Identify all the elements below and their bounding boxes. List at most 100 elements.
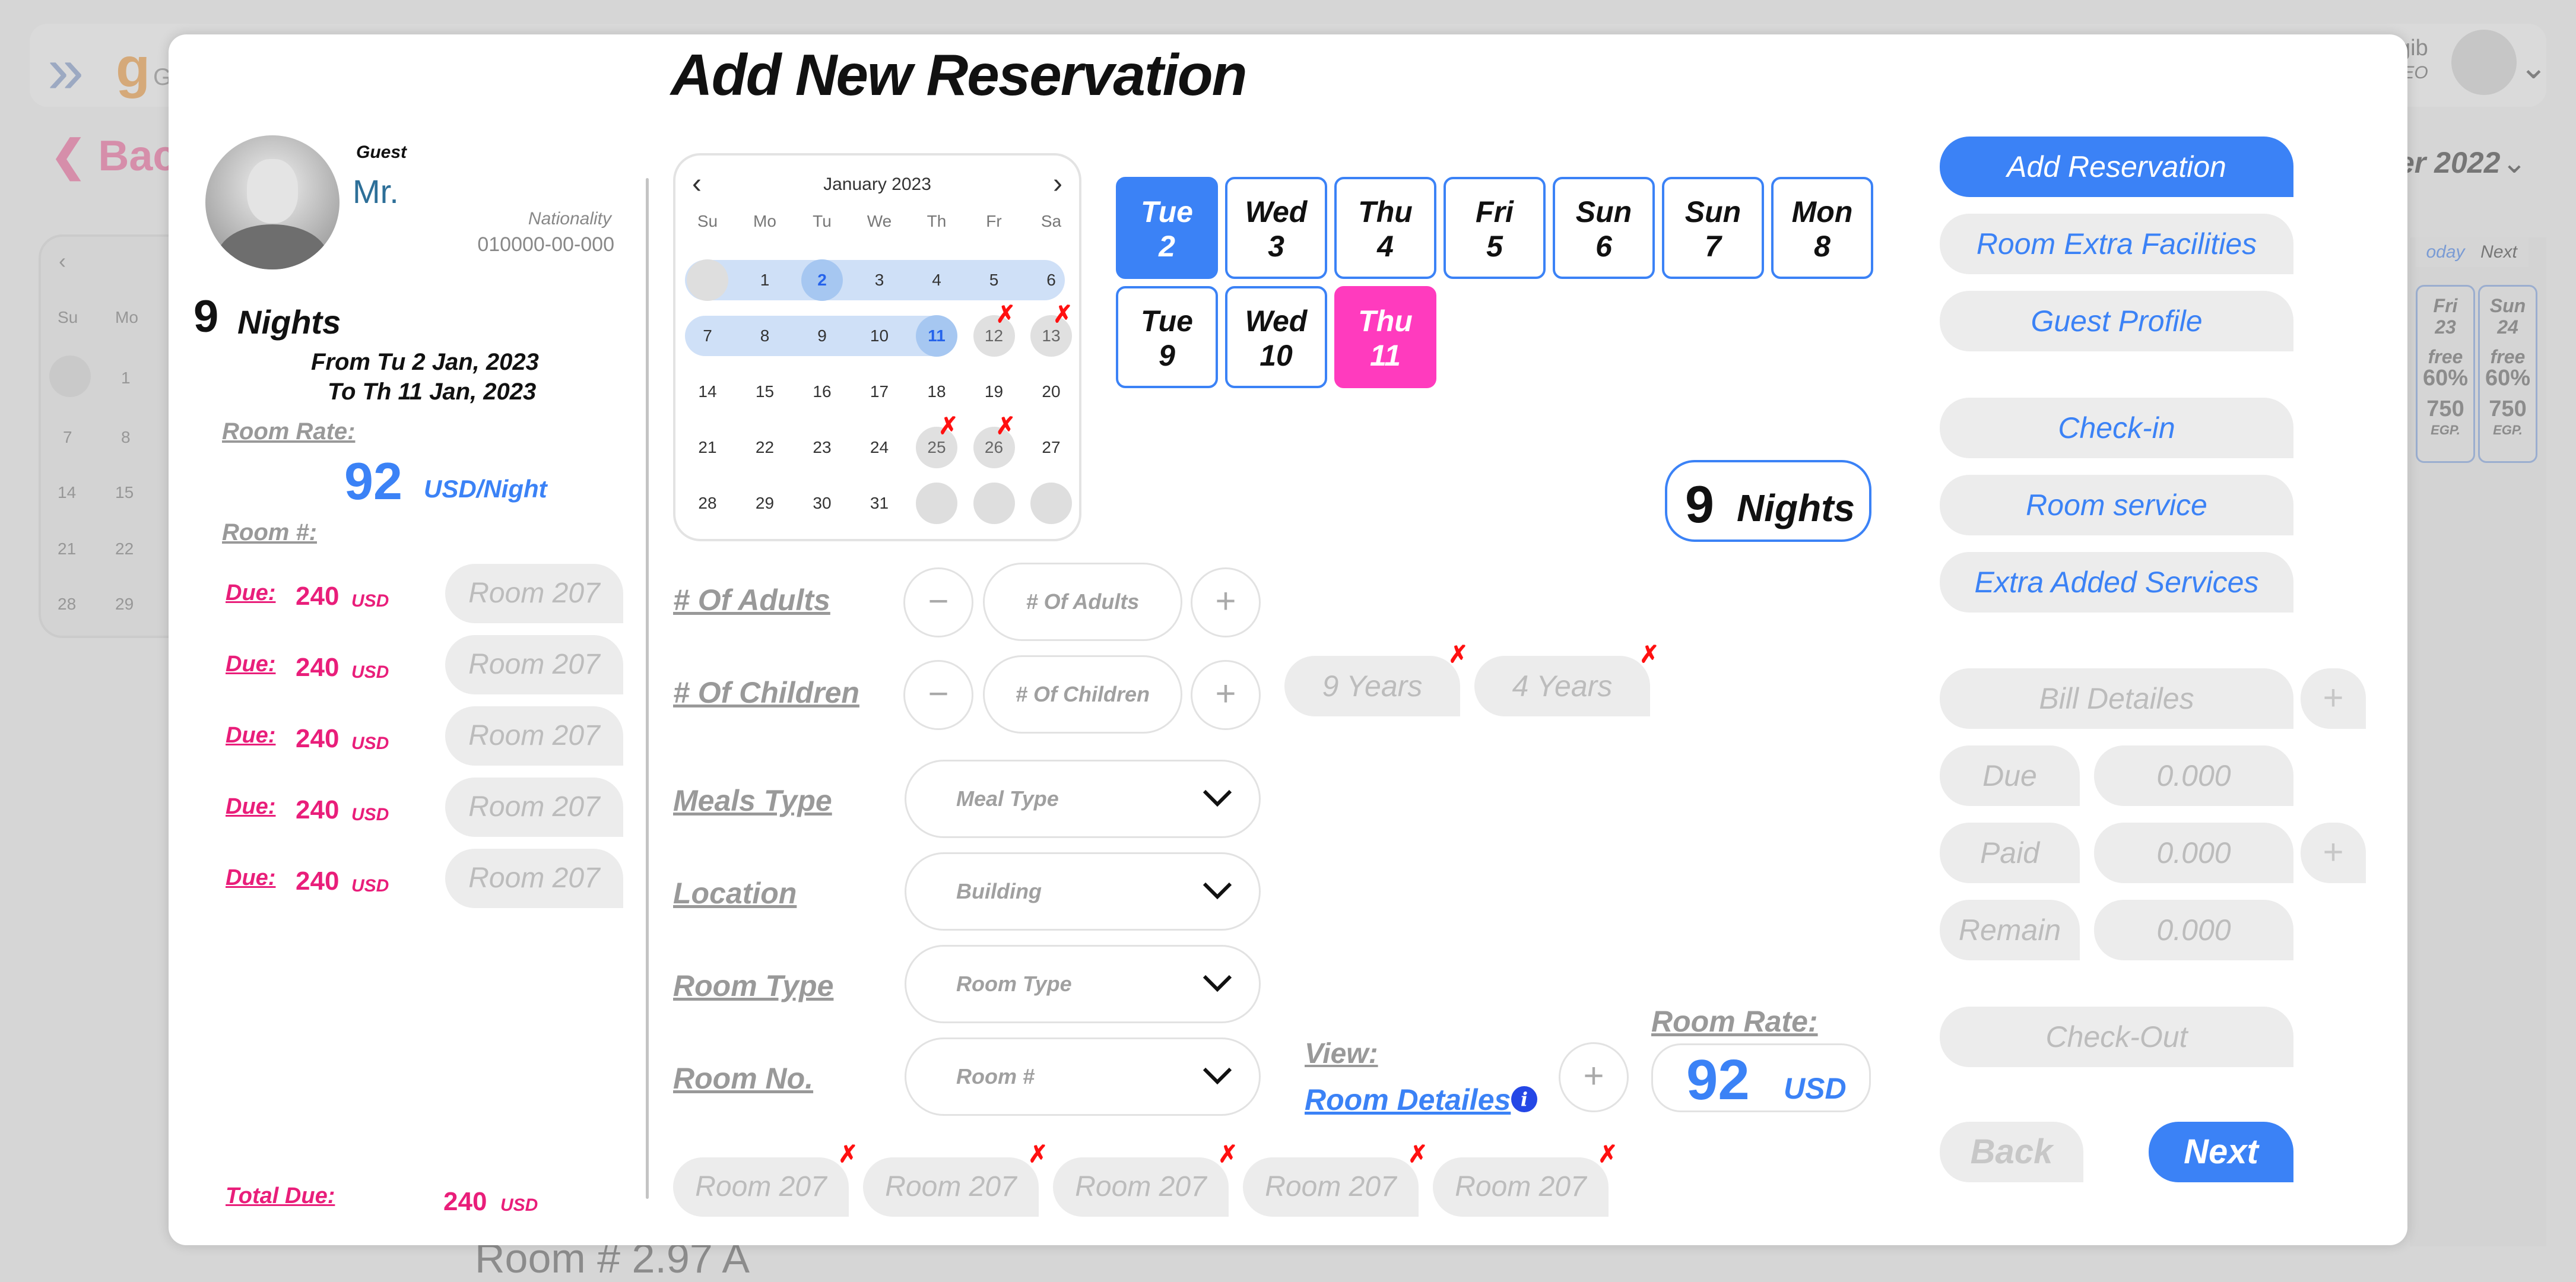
adults-plus-button[interactable]: + [1191, 567, 1261, 637]
next-button[interactable]: Next [2149, 1122, 2293, 1182]
day-chip[interactable]: Wed 3 [1225, 177, 1327, 279]
room-no-select[interactable]: Room # [905, 1037, 1261, 1116]
calendar-day[interactable]: 31 [859, 483, 900, 524]
bill-details-button[interactable]: Bill Detailes [1940, 668, 2293, 729]
extra-added-services-button[interactable]: Extra Added Services [1940, 552, 2293, 613]
day-chip-date: 4 [1377, 230, 1394, 263]
calendar-day[interactable]: 15 [744, 371, 786, 412]
guest-profile-button[interactable]: Guest Profile [1940, 291, 2293, 351]
bill-add-button[interactable]: + [2301, 668, 2366, 729]
calendar-weekday: Sa [1040, 212, 1062, 230]
add-reservation-button[interactable]: Add Reservation [1940, 137, 2293, 197]
selected-room-pill[interactable]: Room 207 [673, 1157, 849, 1217]
stay-nights-count: 9 [193, 291, 219, 342]
day-chip[interactable]: Tue 2 [1116, 177, 1218, 279]
day-chip[interactable]: Wed 10 [1225, 286, 1327, 388]
calendar-day[interactable]: 6 [1030, 259, 1072, 301]
day-chip[interactable]: Fri 5 [1444, 177, 1546, 279]
remove-room-icon[interactable]: ✗ [1408, 1141, 1428, 1168]
day-chip[interactable]: Sun 7 [1662, 177, 1764, 279]
calendar-day[interactable]: 9 [801, 315, 843, 357]
children-plus-button[interactable]: + [1191, 660, 1261, 730]
due-room-pill[interactable]: Room 207 [445, 564, 623, 623]
room-extra-facilities-button[interactable]: Room Extra Facilities [1940, 214, 2293, 274]
calendar-day[interactable]: 1 [744, 259, 786, 301]
day-chip-weekday: Tue [1141, 304, 1193, 338]
calendar-day[interactable]: 29 [744, 483, 786, 524]
calendar-day[interactable]: 4 [916, 259, 957, 301]
due-label: Due: [226, 580, 276, 605]
day-chip-date: 9 [1159, 339, 1175, 372]
child-age-pill[interactable]: 9 Years [1284, 656, 1460, 716]
location-select[interactable]: Building [905, 852, 1261, 931]
due-room-pill[interactable]: Room 207 [445, 849, 623, 908]
calendar-day[interactable]: 21 [687, 427, 728, 468]
calendar-day[interactable]: 14 [687, 371, 728, 412]
room-service-button[interactable]: Room service [1940, 475, 2293, 535]
calendar-weekday: Mo [753, 212, 776, 230]
remove-room-icon[interactable]: ✗ [1598, 1141, 1618, 1168]
remove-room-icon[interactable]: ✗ [838, 1141, 858, 1168]
due-value-field[interactable]: 0.000 [2094, 745, 2293, 806]
meals-label: Meals Type [673, 784, 832, 817]
adults-input[interactable]: # Of Adults [983, 563, 1182, 641]
calendar-day[interactable]: 16 [801, 371, 843, 412]
check-out-button[interactable]: Check-Out [1940, 1007, 2293, 1067]
day-chip-weekday: Wed [1245, 304, 1308, 338]
due-room-pill[interactable]: Room 207 [445, 778, 623, 837]
calendar-day[interactable]: 22 [744, 427, 786, 468]
calendar-day[interactable]: 20 [1030, 371, 1072, 412]
remove-child-icon[interactable]: ✗ [1639, 641, 1660, 668]
remove-room-icon[interactable]: ✗ [1218, 1141, 1238, 1168]
day-chip[interactable]: Mon 8 [1771, 177, 1873, 279]
calendar-day[interactable]: 17 [859, 371, 900, 412]
due-room-pill[interactable]: Room 207 [445, 706, 623, 766]
due-label-pill: Due [1940, 745, 2080, 806]
calendar-day[interactable]: 7 [687, 315, 728, 357]
remove-room-icon[interactable]: ✗ [1028, 1141, 1048, 1168]
selected-room-pill[interactable]: Room 207 [1433, 1157, 1609, 1217]
calendar-day[interactable]: 19 [973, 371, 1015, 412]
paid-value-field[interactable]: 0.000 [2094, 823, 2293, 883]
room-rate-value: 92 [344, 452, 402, 510]
calendar-day[interactable]: 27 [1030, 427, 1072, 468]
calendar-day[interactable]: 30 [801, 483, 843, 524]
calendar-day[interactable]: 5 [973, 259, 1015, 301]
calendar-day[interactable]: 10 [859, 315, 900, 357]
selected-room-pill[interactable]: Room 207 [1053, 1157, 1229, 1217]
day-chip[interactable]: Sun 6 [1553, 177, 1655, 279]
day-chip-weekday: Wed [1245, 195, 1308, 229]
calendar-day[interactable]: 3 [859, 259, 900, 301]
room-details-link[interactable]: Room Detailes [1305, 1083, 1511, 1117]
child-age-pill[interactable]: 4 Years [1474, 656, 1650, 716]
calendar-day[interactable]: 2 [801, 259, 843, 301]
remain-value-field[interactable]: 0.000 [2094, 900, 2293, 960]
day-chip[interactable]: Thu 11 [1334, 286, 1436, 388]
check-in-button[interactable]: Check-in [1940, 398, 2293, 458]
paid-add-button[interactable]: + [2301, 823, 2366, 883]
children-minus-button[interactable]: − [903, 660, 973, 730]
selected-room-pill[interactable]: Room 207 [1243, 1157, 1419, 1217]
calendar-day[interactable]: 28 [687, 483, 728, 524]
guest-label: Guest [356, 142, 407, 162]
selected-room-pill[interactable]: Room 207 [863, 1157, 1039, 1217]
calendar-day[interactable]: 11 [916, 315, 957, 357]
day-chip[interactable]: Thu 4 [1334, 177, 1436, 279]
calendar-next-icon[interactable]: › [1053, 167, 1062, 200]
add-room-button[interactable]: + [1559, 1042, 1629, 1112]
meals-select-value: Meal Type [956, 786, 1059, 811]
day-chip[interactable]: Tue 9 [1116, 286, 1218, 388]
calendar-day[interactable]: 18 [916, 371, 957, 412]
room-type-select[interactable]: Room Type [905, 945, 1261, 1023]
info-icon[interactable]: i [1511, 1086, 1537, 1112]
calendar-day[interactable]: 8 [744, 315, 786, 357]
calendar-day[interactable]: 23 [801, 427, 843, 468]
due-amount: 240 [296, 724, 340, 753]
calendar-day[interactable]: 24 [859, 427, 900, 468]
back-button[interactable]: Back [1940, 1122, 2083, 1182]
due-room-pill[interactable]: Room 207 [445, 635, 623, 694]
remove-child-icon[interactable]: ✗ [1448, 641, 1468, 668]
meals-select[interactable]: Meal Type [905, 760, 1261, 838]
children-input[interactable]: # Of Children [983, 655, 1182, 734]
adults-minus-button[interactable]: − [903, 567, 973, 637]
